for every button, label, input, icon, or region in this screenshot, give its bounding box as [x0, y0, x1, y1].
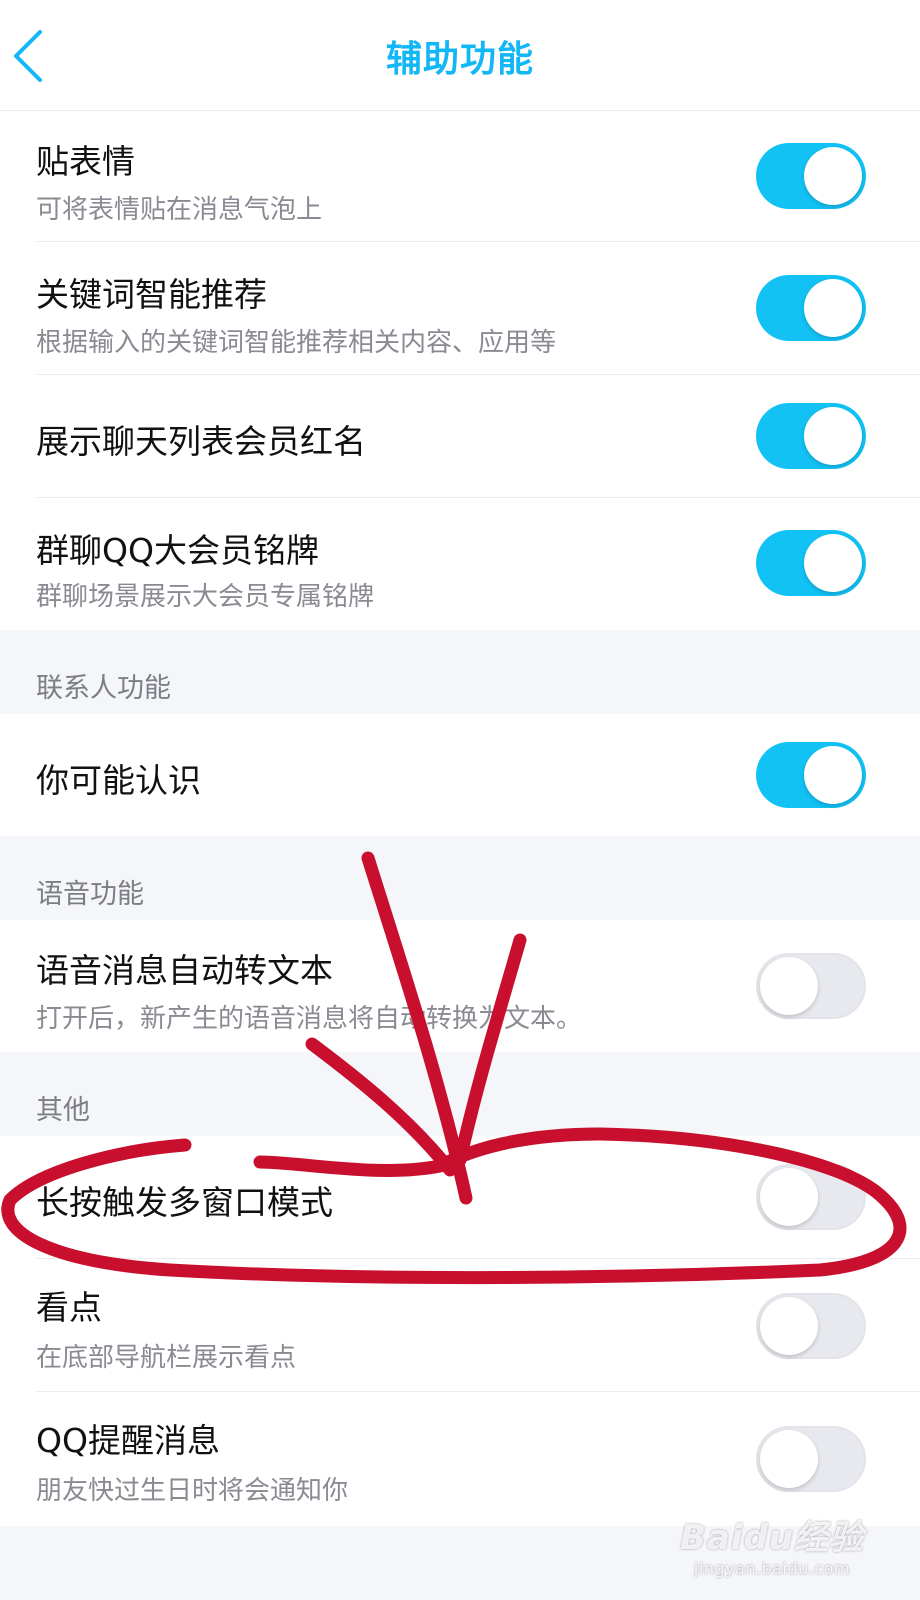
setting-subtitle: 根据输入的关键词智能推荐相关内容、应用等 [36, 328, 557, 358]
section-header-other: 其他 [36, 1095, 90, 1126]
watermark-url: jingyan.baidu.com [693, 1559, 851, 1578]
setting-subtitle: 群聊场景展示大会员专属铭牌 [36, 582, 375, 612]
setting-row-multi-window: 长按触发多窗口模式 [36, 1136, 920, 1259]
section-header-contacts: 联系人功能 [36, 673, 171, 704]
navigation-bar: 辅助功能 [0, 0, 920, 111]
setting-title: QQ提醒消息 [36, 1421, 220, 1460]
kandian-toggle[interactable] [756, 1293, 866, 1359]
voice-to-text-toggle[interactable] [756, 953, 866, 1019]
setting-title: 展示聊天列表会员红名 [36, 422, 366, 461]
setting-subtitle: 打开后，新产生的语音消息将自动转换为文本。 [36, 1004, 583, 1034]
vip-badge-toggle[interactable] [756, 530, 866, 596]
setting-title: 贴表情 [36, 142, 135, 181]
baidu-watermark: Baidu经验 jingyan.baidu.com [680, 1510, 864, 1578]
setting-subtitle: 可将表情贴在消息气泡上 [36, 195, 323, 225]
multi-window-toggle[interactable] [756, 1164, 866, 1230]
setting-row-qq-reminder: QQ提醒消息 朋友快过生日时将会通知你 [36, 1392, 920, 1526]
qq-reminder-toggle[interactable] [756, 1426, 866, 1492]
settings-group-other: 长按触发多窗口模式 看点 在底部导航栏展示看点 QQ提醒消息 朋友快过生日时将会… [0, 1136, 920, 1526]
watermark-logo: Baidu经验 [679, 1518, 864, 1558]
setting-row-keyword-recommend: 关键词智能推荐 根据输入的关键词智能推荐相关内容、应用等 [36, 242, 920, 375]
settings-group-general: 贴表情 可将表情贴在消息气泡上 关键词智能推荐 根据输入的关键词智能推荐相关内容… [0, 111, 920, 630]
setting-title: 语音消息自动转文本 [36, 951, 333, 990]
sticker-toggle[interactable] [756, 143, 866, 209]
page-title: 辅助功能 [385, 39, 534, 80]
keyword-recommend-toggle[interactable] [756, 275, 866, 341]
setting-row-may-know: 你可能认识 [36, 714, 920, 836]
setting-title: 关键词智能推荐 [36, 275, 267, 314]
vip-red-name-toggle[interactable] [756, 403, 866, 469]
setting-row-kandian: 看点 在底部导航栏展示看点 [36, 1259, 920, 1392]
setting-subtitle: 朋友快过生日时将会通知你 [36, 1476, 349, 1506]
setting-title: 长按触发多窗口模式 [36, 1183, 333, 1222]
settings-group-contacts: 你可能认识 [0, 714, 920, 836]
setting-row-sticker: 贴表情 可将表情贴在消息气泡上 [36, 111, 920, 242]
setting-row-vip-badge: 群聊QQ大会员铭牌 群聊场景展示大会员专属铭牌 [36, 498, 920, 632]
setting-row-vip-red-name: 展示聊天列表会员红名 [36, 375, 920, 498]
settings-group-voice: 语音消息自动转文本 打开后，新产生的语音消息将自动转换为文本。 [0, 920, 920, 1052]
section-header-voice: 语音功能 [36, 879, 144, 910]
setting-subtitle: 在底部导航栏展示看点 [36, 1343, 297, 1373]
setting-title: 看点 [36, 1288, 102, 1327]
setting-row-voice-to-text: 语音消息自动转文本 打开后，新产生的语音消息将自动转换为文本。 [36, 920, 920, 1052]
setting-title: 你可能认识 [36, 761, 201, 800]
setting-title: 群聊QQ大会员铭牌 [36, 531, 319, 570]
may-know-toggle[interactable] [756, 742, 866, 808]
